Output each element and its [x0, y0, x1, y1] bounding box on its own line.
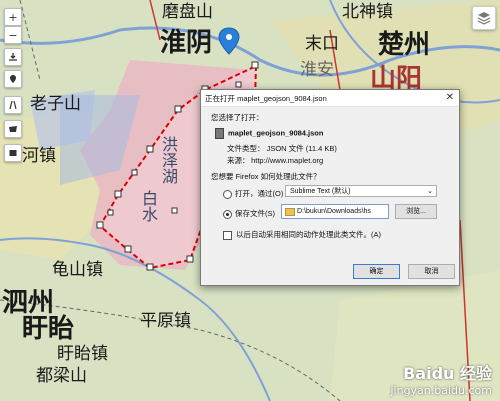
- watermark: Baidu 经验 jingyan.baidu.com: [390, 364, 492, 397]
- dialog-title: 正在打开 maplet_geojson_9084.json: [205, 93, 327, 103]
- map-label: 龟山镇: [52, 260, 103, 280]
- file-icon: [215, 128, 224, 139]
- save-file-label: 保存文件(S): [235, 209, 275, 218]
- open-with-radio-button[interactable]: [223, 189, 232, 199]
- open-with-value: Sublime Text (默认): [290, 188, 351, 195]
- zoom-in-button[interactable]: +: [4, 8, 22, 26]
- browse-button[interactable]: 浏览...: [395, 204, 437, 219]
- map-label: 淮阴: [160, 28, 213, 58]
- auto-action-checkbox[interactable]: [223, 230, 232, 240]
- map-label: 泗州: [2, 288, 55, 318]
- map-label: 淮安: [300, 60, 334, 80]
- map-label: 都梁山: [36, 366, 87, 386]
- dialog-intro: 您选择了打开：: [211, 113, 264, 122]
- polygon-icon: [9, 126, 17, 132]
- map-label: 白水: [139, 190, 158, 222]
- file-source-row: 来源： http://www.maplet.org: [227, 155, 323, 166]
- map-label: 老子山: [30, 94, 81, 114]
- map-label: 盱眙: [22, 314, 75, 344]
- file-name: maplet_geojson_9084.json: [228, 128, 324, 138]
- auto-action-label: 以后自动采用相同的动作处理此类文件。(A): [236, 230, 381, 239]
- map-label: 平原镇: [140, 311, 191, 331]
- map-label: 楚州: [378, 30, 431, 60]
- file-name-row: maplet_geojson_9084.json: [215, 128, 323, 139]
- draw-polyline-button[interactable]: [4, 96, 22, 114]
- polyline-icon: [9, 100, 17, 110]
- handle-question: 您想要 Firefox 如何处理此文件？: [211, 172, 321, 181]
- open-with-radio[interactable]: 打开，通过(O): [223, 188, 283, 199]
- map-label: 盱眙镇: [57, 344, 108, 364]
- file-source-label: 来源：: [227, 156, 250, 165]
- draw-polygon-button[interactable]: [4, 120, 22, 138]
- save-path-value: D:\bukun\Downloads\hs: [297, 208, 371, 215]
- map-label: 河镇: [22, 146, 56, 166]
- layers-button[interactable]: [472, 6, 496, 30]
- layers-icon: [477, 12, 491, 25]
- download-dialog: 正在打开 maplet_geojson_9084.json ✕ 您选择了打开： …: [200, 89, 460, 286]
- folder-icon: [285, 208, 295, 216]
- download-icon: [9, 53, 17, 61]
- chevron-down-icon: ⌄: [427, 188, 433, 195]
- save-file-radio-button[interactable]: [223, 209, 232, 219]
- download-button[interactable]: [4, 48, 22, 66]
- open-with-select[interactable]: Sublime Text (默认) ⌄: [285, 185, 437, 197]
- marker-icon: [10, 75, 16, 83]
- file-type-row: 文件类型： JSON 文件 (11.4 KB): [227, 143, 337, 154]
- auto-action-row[interactable]: 以后自动采用相同的动作处理此类文件。(A): [223, 229, 381, 240]
- dialog-titlebar: 正在打开 maplet_geojson_9084.json ✕: [201, 90, 459, 107]
- map-label: 磨盘山: [162, 2, 213, 22]
- cancel-button[interactable]: 取消: [408, 264, 455, 279]
- close-icon[interactable]: ✕: [446, 92, 454, 103]
- file-source-value: http://www.maplet.org: [251, 156, 324, 165]
- ok-button[interactable]: 确定: [353, 264, 400, 279]
- map-label: 北神镇: [342, 2, 393, 22]
- rectangle-icon: [9, 150, 17, 156]
- zoom-out-button[interactable]: −: [4, 26, 22, 44]
- file-type-value: JSON 文件 (11.4 KB): [266, 144, 337, 153]
- save-path-field[interactable]: D:\bukun\Downloads\hs: [281, 204, 389, 219]
- draw-rectangle-button[interactable]: [4, 144, 22, 162]
- save-file-radio[interactable]: 保存文件(S): [223, 208, 275, 219]
- map-label: 末口: [305, 34, 339, 54]
- file-type-label: 文件类型：: [227, 144, 265, 153]
- map-label: 洪泽湖: [159, 136, 178, 184]
- draw-marker-button[interactable]: [4, 70, 22, 88]
- open-with-label: 打开，通过(O): [235, 189, 284, 198]
